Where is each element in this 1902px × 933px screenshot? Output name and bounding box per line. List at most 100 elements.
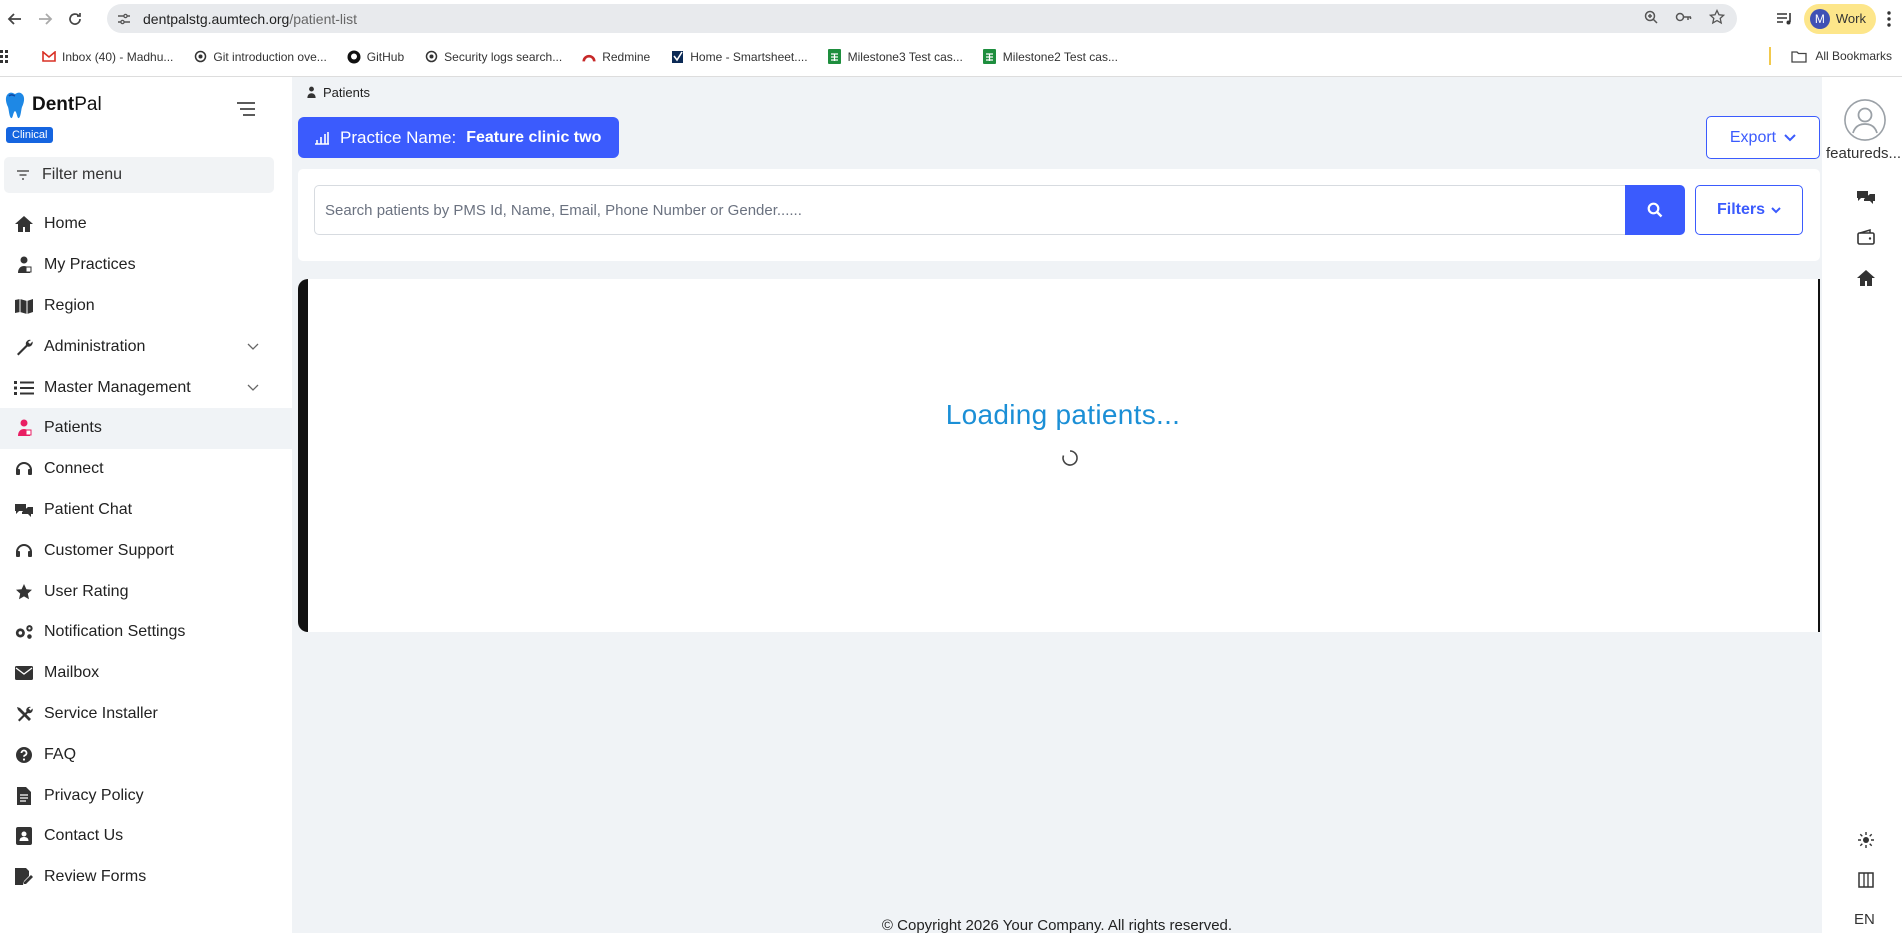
breadcrumb-label: Patients bbox=[323, 85, 370, 100]
sidebar-item-home[interactable]: Home bbox=[0, 204, 292, 245]
sidebar-item-connect[interactable]: Connect bbox=[0, 449, 292, 490]
filters-label: Filters bbox=[1716, 201, 1765, 218]
rail-wallet-button[interactable] bbox=[1856, 227, 1876, 247]
sidebar-item-notification-settings[interactable]: Notification Settings bbox=[0, 612, 292, 653]
bookmark-item[interactable]: Inbox (40) - Madhu... bbox=[42, 50, 173, 64]
profile-avatar: M bbox=[1809, 8, 1830, 29]
search-button[interactable] bbox=[1625, 185, 1685, 235]
sidebar-toggle-icon[interactable] bbox=[236, 101, 256, 117]
forward-button[interactable] bbox=[30, 4, 60, 34]
sidebar-item-contact-us[interactable]: Contact Us bbox=[0, 816, 292, 857]
sidebar-menu: Home My Practices Region Administration … bbox=[0, 204, 292, 898]
sidebar-item-region[interactable]: Region bbox=[0, 286, 292, 327]
site-settings-icon[interactable] bbox=[117, 11, 133, 27]
sidebar-item-administration[interactable]: Administration bbox=[0, 326, 292, 367]
chat-icon bbox=[1857, 191, 1875, 204]
back-arrow-icon bbox=[7, 12, 21, 25]
patient-icon bbox=[14, 418, 34, 438]
sidebar-item-service-installer[interactable]: Service Installer bbox=[0, 694, 292, 735]
redmine-icon bbox=[582, 50, 596, 64]
bookmark-item[interactable]: GitHub bbox=[347, 50, 404, 64]
bookmark-item[interactable]: Milestone2 Test cas... bbox=[983, 49, 1118, 64]
address-bar[interactable]: dentpalstg.aumtech.org/patient-list bbox=[107, 4, 1737, 33]
sidebar-item-mailbox[interactable]: Mailbox bbox=[0, 653, 292, 694]
brand-name-bold: Dent bbox=[32, 94, 75, 115]
apps-grid-icon[interactable] bbox=[0, 49, 14, 64]
filter-menu-input[interactable]: Filter menu bbox=[4, 157, 274, 193]
rail-home-button[interactable] bbox=[1856, 268, 1876, 288]
profile-button[interactable]: M Work bbox=[1803, 3, 1876, 34]
bookmark-label: Milestone2 Test cas... bbox=[1002, 49, 1118, 64]
layout-toggle-button[interactable] bbox=[1856, 870, 1876, 890]
sidebar-item-review-forms[interactable]: Review Forms bbox=[0, 857, 292, 898]
bookmark-star-icon[interactable] bbox=[1709, 9, 1725, 25]
loading-message: Loading patients... bbox=[945, 399, 1181, 430]
question-icon bbox=[14, 745, 34, 765]
bookmark-item[interactable]: Redmine bbox=[582, 50, 650, 64]
reload-icon bbox=[69, 12, 81, 25]
sidebar-item-label: Region bbox=[44, 296, 95, 314]
chevron-down-icon[interactable] bbox=[246, 380, 260, 394]
browser-toolbar: dentpalstg.aumtech.org/patient-list M Wo… bbox=[0, 0, 1902, 37]
chevron-down-icon[interactable] bbox=[246, 339, 260, 353]
search-card: Filters bbox=[298, 169, 1820, 261]
sidebar-item-label: Notification Settings bbox=[44, 623, 186, 641]
sidebar-item-user-rating[interactable]: User Rating bbox=[0, 571, 292, 612]
practices-icon bbox=[14, 255, 34, 275]
wrench-icon bbox=[14, 337, 34, 357]
all-bookmarks[interactable]: All Bookmarks bbox=[1769, 47, 1892, 65]
theme-toggle-button[interactable] bbox=[1856, 830, 1876, 850]
sidebar-item-patient-chat[interactable]: Patient Chat bbox=[0, 490, 292, 531]
media-icon[interactable] bbox=[1776, 11, 1794, 27]
sheets-icon bbox=[828, 49, 842, 64]
gmail-icon bbox=[42, 50, 56, 64]
language-selector[interactable]: EN bbox=[1854, 911, 1875, 928]
brand-logo[interactable]: DentPal bbox=[4, 91, 102, 119]
practice-name-button[interactable]: Practice Name: Feature clinic two bbox=[298, 117, 620, 158]
sidebar-item-customer-support[interactable]: Customer Support bbox=[0, 530, 292, 571]
zoom-icon[interactable] bbox=[1643, 9, 1659, 25]
bookmark-label: GitHub bbox=[366, 49, 405, 64]
home-icon bbox=[14, 214, 34, 234]
sidebar-item-label: Home bbox=[44, 215, 87, 233]
bookmark-label: Git introduction ove... bbox=[213, 49, 327, 64]
document-icon bbox=[14, 786, 34, 806]
rail-chat-button[interactable] bbox=[1856, 187, 1876, 207]
sidebar-item-faq[interactable]: FAQ bbox=[0, 734, 292, 775]
bookmark-item[interactable]: Git introduction ove... bbox=[193, 49, 327, 64]
sidebar-item-label: Contact Us bbox=[44, 827, 124, 845]
export-button[interactable]: Export bbox=[1706, 116, 1820, 159]
more-menu-icon[interactable] bbox=[1886, 10, 1892, 28]
reload-button[interactable] bbox=[60, 4, 90, 34]
user-avatar[interactable] bbox=[1844, 99, 1886, 141]
patient-icon bbox=[307, 86, 316, 98]
url-path: /patient-list bbox=[289, 10, 358, 27]
password-key-icon[interactable] bbox=[1675, 9, 1693, 25]
sidebar-item-label: Master Management bbox=[44, 378, 191, 396]
user-name[interactable]: featureds... bbox=[1826, 145, 1902, 162]
sidebar-item-label: Patient Chat bbox=[44, 500, 133, 518]
bookmark-label: Security logs search... bbox=[444, 49, 563, 64]
toolbar-right: M Work bbox=[1776, 0, 1902, 37]
clinical-badge: Clinical bbox=[6, 127, 54, 143]
back-button[interactable] bbox=[0, 4, 30, 34]
brand-name-rest: Pal bbox=[74, 94, 102, 115]
bookmark-item[interactable]: Milestone3 Test cas... bbox=[828, 49, 963, 64]
bookmark-label: Inbox (40) - Madhu... bbox=[62, 49, 174, 64]
bookmark-label: Redmine bbox=[602, 49, 651, 64]
loading-spinner-icon bbox=[1062, 450, 1078, 466]
sidebar-item-patients[interactable]: Patients bbox=[0, 407, 292, 449]
url-host: dentpalstg.aumtech.org bbox=[143, 10, 290, 27]
review-icon bbox=[14, 867, 34, 887]
sidebar-item-my-practices[interactable]: My Practices bbox=[0, 245, 292, 286]
sidebar-item-privacy-policy[interactable]: Privacy Policy bbox=[0, 775, 292, 816]
sidebar-item-label: My Practices bbox=[44, 256, 136, 274]
bookmark-item[interactable]: Security logs search... bbox=[424, 50, 562, 64]
patient-search-input[interactable] bbox=[314, 185, 1625, 235]
sidebar-item-master-management[interactable]: Master Management bbox=[0, 367, 292, 408]
filters-button[interactable]: Filters bbox=[1695, 185, 1803, 235]
sidebar-item-label: Mailbox bbox=[44, 664, 100, 682]
sidebar-item-label: User Rating bbox=[44, 582, 129, 600]
practice-label: Practice Name: bbox=[340, 127, 457, 147]
bookmark-item[interactable]: Home - Smartsheet.... bbox=[670, 50, 808, 64]
